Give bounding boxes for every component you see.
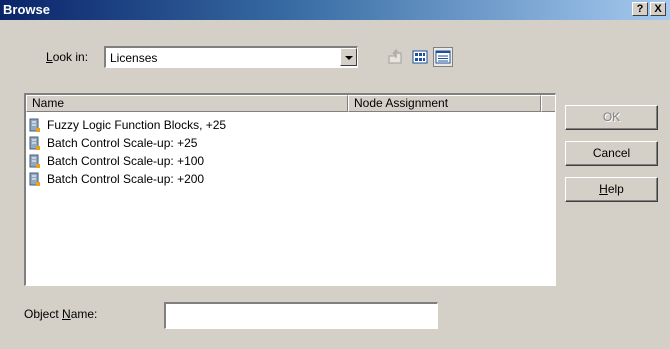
license-icon [29, 172, 41, 187]
title-bar[interactable]: Browse ? X [0, 0, 670, 20]
list-item[interactable]: Batch Control Scale-up: +200 [29, 170, 204, 188]
help-button[interactable]: Help [565, 177, 658, 202]
look-in-dropdown[interactable]: Licenses [104, 46, 358, 68]
column-header-node-assignment[interactable]: Node Assignment [348, 95, 541, 112]
chevron-down-icon[interactable] [340, 48, 357, 66]
license-icon [29, 118, 41, 133]
column-header-filler [541, 95, 555, 112]
list-item-name: Batch Control Scale-up: +25 [47, 136, 198, 150]
list-item[interactable]: Batch Control Scale-up: +100 [29, 152, 204, 170]
column-header-name[interactable]: Name [26, 95, 348, 112]
details-view-icon[interactable] [433, 47, 453, 67]
help-icon[interactable]: ? [632, 2, 648, 16]
look-in-label: Look in: [46, 50, 89, 64]
license-icon [29, 154, 41, 169]
up-folder-icon[interactable] [385, 47, 405, 67]
list-item-name: Batch Control Scale-up: +100 [47, 154, 205, 168]
list-item-name: Fuzzy Logic Function Blocks, +25 [47, 118, 227, 132]
browse-dialog: Browse ? X Look in: Licenses Name Node A… [0, 0, 670, 349]
file-list[interactable]: Name Node Assignment Fuzzy Logic Functio… [24, 93, 556, 286]
list-view-icon[interactable] [410, 47, 430, 67]
ok-button[interactable]: OK [565, 105, 658, 130]
object-name-input[interactable] [164, 302, 438, 329]
cancel-button[interactable]: Cancel [565, 141, 658, 166]
close-icon[interactable]: X [650, 2, 666, 16]
list-item[interactable]: Batch Control Scale-up: +25 [29, 134, 197, 152]
window-title: Browse [3, 2, 50, 17]
look-in-value: Licenses [110, 51, 158, 65]
list-item[interactable]: Fuzzy Logic Function Blocks, +25 [29, 116, 226, 134]
object-name-label: Object Name: [24, 307, 98, 321]
license-icon [29, 136, 41, 151]
list-item-name: Batch Control Scale-up: +200 [47, 172, 205, 186]
